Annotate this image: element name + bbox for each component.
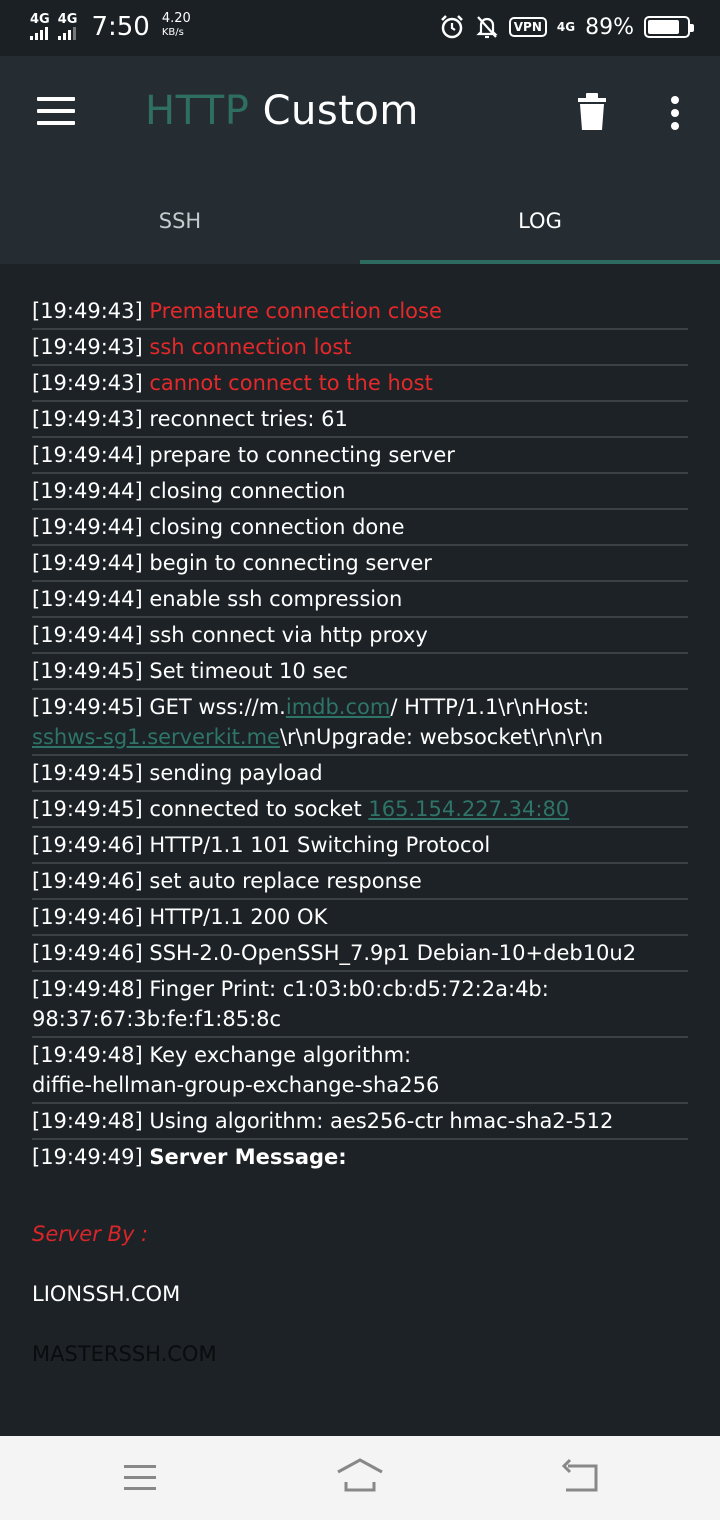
log-link-socket[interactable]: 165.154.227.34:80	[368, 797, 569, 821]
menu-icon[interactable]	[37, 97, 75, 127]
log-line: [19:49:46] HTTP/1.1 101 Switching Protoc…	[32, 830, 688, 864]
battery-percent: 89%	[585, 14, 634, 40]
app-title-custom: Custom	[262, 88, 419, 134]
log-link-host[interactable]: sshws-sg1.serverkit.me	[32, 725, 280, 749]
log-line: [19:49:48] Using algorithm: aes256-ctr h…	[32, 1106, 688, 1140]
status-right: VPN 4G 89%	[439, 14, 694, 40]
log-line: [19:49:48] Key exchange algorithm: diffi…	[32, 1040, 688, 1104]
status-left: 4G 4G 7:50 4.20 KB/s	[30, 10, 191, 42]
net-speed-value: 4.20	[161, 11, 191, 26]
log-line: [19:49:45] GET wss://m.imdb.com/ HTTP/1.…	[32, 692, 688, 756]
recents-icon[interactable]	[118, 1456, 166, 1496]
alarm-icon	[440, 15, 463, 39]
log-line: [19:49:44] prepare to connecting server	[32, 440, 688, 474]
log-line: [19:49:44] closing connection done	[32, 512, 688, 546]
log-line: [19:49:43] reconnect tries: 61	[32, 404, 688, 438]
log-line: [19:49:46] HTTP/1.1 200 OK	[32, 902, 688, 936]
notifications-off-icon	[476, 16, 498, 39]
net-speed: 4.20 KB/s	[162, 12, 191, 40]
more-vert-icon[interactable]	[662, 94, 690, 132]
tab-ssh[interactable]: SSH	[0, 178, 360, 264]
home-icon[interactable]	[336, 1456, 384, 1496]
log-line: [19:49:43] Premature connection close	[32, 296, 688, 330]
log-line: [19:49:43] ssh connection lost	[32, 332, 688, 366]
net-speed-unit: KB/s	[161, 27, 184, 38]
log-line: [19:49:48] Finger Print: c1:03:b0:cb:d5:…	[32, 974, 688, 1038]
app-title-http: HTTP	[145, 88, 250, 134]
server-name-2: MASTERSSH.COM	[32, 1342, 217, 1366]
server-by-label: Server By :	[32, 1222, 149, 1246]
log-line: [19:49:46] set auto replace response	[32, 866, 688, 900]
battery-fill	[648, 20, 679, 34]
vpn-badge: VPN	[508, 17, 547, 37]
status-time: 7:50	[91, 12, 150, 42]
log-line: [19:49:45] connected to socket 165.154.2…	[32, 794, 688, 828]
system-nav-bar	[0, 1436, 720, 1520]
lte-network-type: 4G	[556, 20, 576, 34]
log-line: [19:49:44] enable ssh compression	[32, 584, 688, 618]
tab-bar: SSH LOG	[0, 178, 720, 264]
back-icon[interactable]	[556, 1456, 604, 1496]
log-list[interactable]: [19:49:43] Premature connection close [1…	[32, 296, 688, 1176]
log-line: [19:49:43] cannot connect to the host	[32, 368, 688, 402]
sim2-signal-icon: 4G	[57, 11, 78, 40]
log-link-imdb[interactable]: imdb.com	[286, 695, 390, 719]
app-title: HTTP Custom	[145, 88, 419, 134]
trash-icon[interactable]	[574, 92, 610, 132]
log-line: [19:49:45] sending payload	[32, 758, 688, 792]
sim1-network-type: 4G	[30, 11, 50, 27]
log-line: [19:49:44] begin to connecting server	[32, 548, 688, 582]
lte-signal-icon: 4G	[557, 21, 575, 33]
log-line: [19:49:44] ssh connect via http proxy	[32, 620, 688, 654]
server-name-1: LIONSSH.COM	[32, 1282, 181, 1306]
log-line: [19:49:45] Set timeout 10 sec	[32, 656, 688, 690]
battery-icon	[644, 16, 694, 38]
log-line: [19:49:46] SSH-2.0-OpenSSH_7.9p1 Debian-…	[32, 938, 688, 972]
log-line: [19:49:44] closing connection	[32, 476, 688, 510]
sim2-network-type: 4G	[57, 11, 78, 27]
log-line: [19:49:49] Server Message:	[32, 1145, 347, 1169]
tab-log[interactable]: LOG	[360, 178, 720, 264]
sim1-signal-icon: 4G	[30, 13, 50, 40]
status-bar: 4G 4G 7:50 4.20 KB/s VPN 4G 89%	[0, 0, 720, 56]
app-bar: HTTP Custom SSH LOG	[0, 56, 720, 264]
